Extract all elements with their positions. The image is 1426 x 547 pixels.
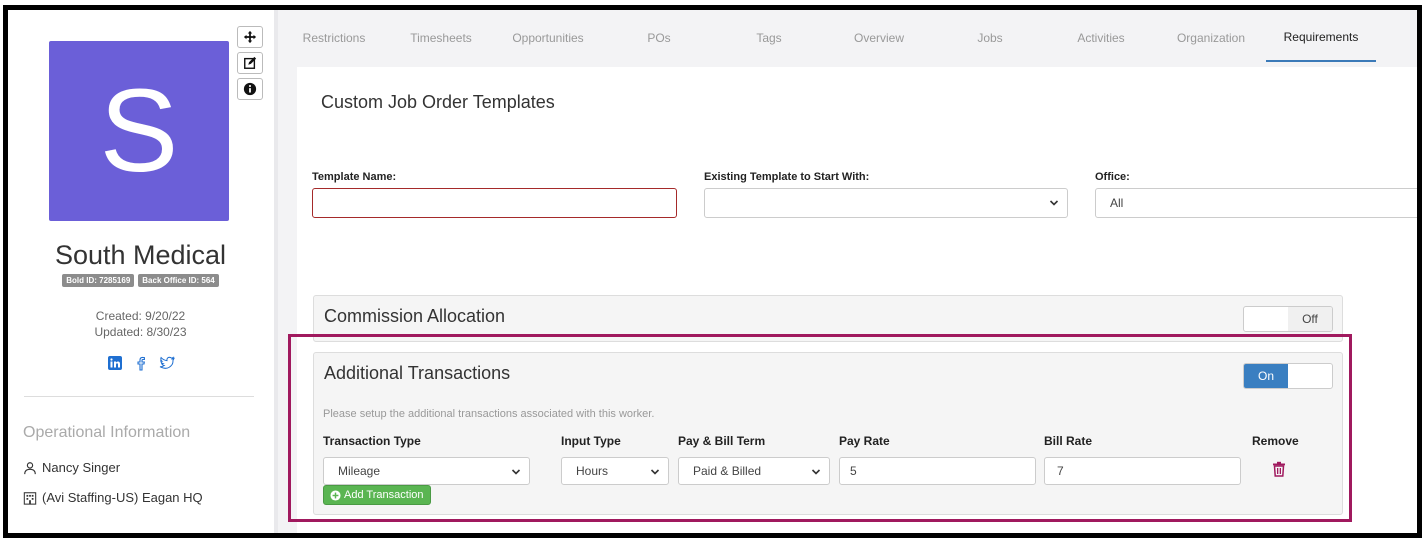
template-name-input[interactable]: [312, 188, 677, 218]
tab-pos[interactable]: POs: [604, 10, 714, 65]
tab-activities[interactable]: Activities: [1046, 10, 1156, 65]
company-name: South Medical: [54, 240, 227, 270]
tab-opportunities[interactable]: Opportunities: [492, 10, 604, 65]
trash-icon[interactable]: [1272, 461, 1286, 477]
chevron-down-icon: [511, 469, 521, 475]
page-title: Custom Job Order Templates: [321, 92, 555, 112]
social-links: [8, 355, 273, 371]
additional-transactions-title: Additional Transactions: [324, 363, 511, 383]
back-office-id-badge: Back Office ID: 564: [138, 274, 219, 287]
additional-transactions-panel: Additional Transactions On Please setup …: [313, 352, 1343, 515]
tab-tags[interactable]: Tags: [714, 10, 824, 65]
office-value: All: [1110, 196, 1124, 210]
user-icon: [24, 461, 36, 474]
tab-requirements[interactable]: Requirements: [1266, 13, 1376, 62]
app-frame: S South Medical Bold ID: 7285169 Back Of…: [3, 5, 1422, 538]
updated-date: Updated: 8/30/23: [94, 325, 187, 339]
tab-restrictions[interactable]: Restrictions: [278, 10, 390, 65]
facebook-icon[interactable]: [133, 355, 149, 371]
sidebar-divider: [24, 396, 254, 397]
requirements-content: Custom Job Order Templates Template Name…: [297, 67, 1417, 533]
office-name: (Avi Staffing-US) Eagan HQ: [42, 490, 203, 505]
edit-icon[interactable]: [237, 52, 263, 74]
owner-row: Nancy Singer: [23, 460, 120, 475]
main-area: Restrictions Timesheets Opportunities PO…: [278, 10, 1417, 533]
owner-name: Nancy Singer: [42, 460, 121, 475]
chevron-down-icon: [650, 469, 660, 475]
plus-circle-icon: [330, 489, 341, 501]
created-date: Created: 9/20/22: [95, 309, 186, 323]
tab-overview[interactable]: Overview: [824, 10, 934, 65]
col-input-type: Input Type: [561, 434, 621, 448]
input-type-select[interactable]: Hours: [561, 457, 669, 485]
commission-toggle[interactable]: Off: [1243, 306, 1333, 332]
col-remove: Remove: [1252, 434, 1299, 448]
company-dates: Created: 9/20/22 Updated: 8/30/23: [8, 308, 273, 340]
transaction-type-value: Mileage: [338, 464, 381, 478]
toggle-blank: [1288, 364, 1332, 388]
commission-allocation-panel: Commission Allocation Off: [313, 295, 1343, 342]
operational-info-title: Operational Information: [23, 424, 191, 441]
help-text: Please setup the additional transactions…: [323, 408, 655, 420]
add-transaction-button[interactable]: Add Transaction: [323, 485, 431, 505]
add-transaction-label: Add Transaction: [344, 489, 424, 501]
template-name-label: Template Name:: [312, 171, 397, 183]
pay-rate-input[interactable]: 5: [839, 457, 1036, 485]
col-transaction-type: Transaction Type: [323, 434, 421, 448]
col-pay-rate: Pay Rate: [839, 434, 890, 448]
toggle-on-label: On: [1244, 364, 1288, 388]
tab-organization[interactable]: Organization: [1156, 10, 1266, 65]
toggle-off-label: Off: [1288, 307, 1332, 331]
col-bill-rate: Bill Rate: [1044, 434, 1093, 448]
office-row: (Avi Staffing-US) Eagan HQ: [23, 490, 203, 505]
existing-template-select[interactable]: [704, 188, 1068, 218]
bill-rate-input[interactable]: 7: [1044, 457, 1241, 485]
tab-bar: Restrictions Timesheets Opportunities PO…: [278, 10, 1417, 65]
move-icon[interactable]: [237, 26, 263, 48]
additional-transactions-toggle[interactable]: On: [1243, 363, 1333, 389]
toggle-blank: [1244, 307, 1288, 331]
existing-template-label: Existing Template to Start With:: [704, 171, 870, 183]
col-pay-bill-term: Pay & Bill Term: [678, 434, 766, 448]
twitter-icon[interactable]: [159, 355, 175, 371]
pay-bill-term-select[interactable]: Paid & Billed: [678, 457, 830, 485]
company-avatar: S: [49, 41, 229, 221]
tab-timesheets[interactable]: Timesheets: [390, 10, 492, 65]
office-label: Office:: [1095, 171, 1130, 183]
company-sidebar: S South Medical Bold ID: 7285169 Back Of…: [8, 10, 273, 533]
input-type-value: Hours: [576, 464, 609, 478]
linkedin-icon[interactable]: [107, 355, 123, 371]
building-icon: [23, 491, 37, 505]
chevron-down-icon: [811, 469, 821, 475]
transaction-type-select[interactable]: Mileage: [323, 457, 530, 485]
company-ids: Bold ID: 7285169 Back Office ID: 564: [8, 274, 273, 287]
commission-allocation-title: Commission Allocation: [324, 306, 506, 326]
pay-bill-term-value: Paid & Billed: [693, 464, 762, 478]
info-icon[interactable]: [237, 78, 263, 100]
bold-id-badge: Bold ID: 7285169: [62, 274, 135, 287]
chevron-down-icon: [1049, 200, 1059, 206]
office-select[interactable]: All: [1095, 188, 1417, 218]
side-tools: [237, 26, 263, 100]
tab-jobs[interactable]: Jobs: [934, 10, 1046, 65]
